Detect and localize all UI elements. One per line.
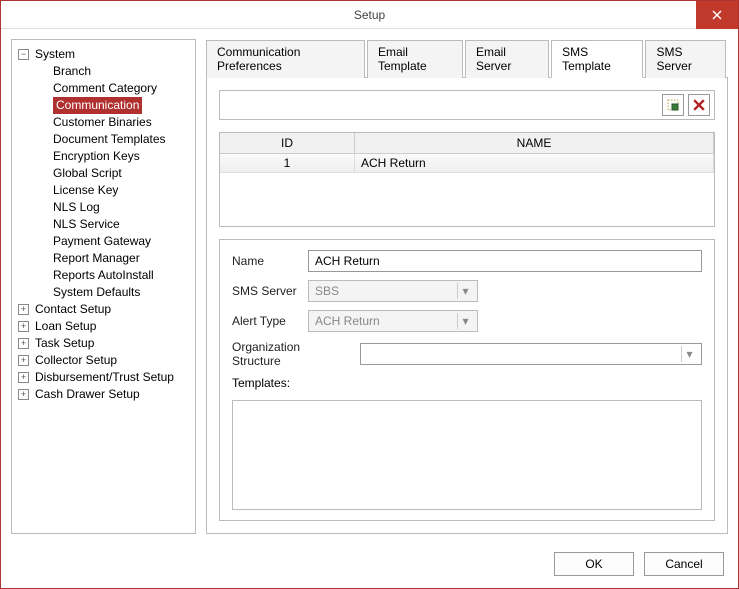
tree-node-label: Cash Drawer Setup	[35, 386, 140, 403]
close-button[interactable]	[696, 1, 738, 29]
templates-textarea[interactable]	[232, 400, 702, 510]
tree-node-label: Document Templates	[53, 131, 166, 148]
tree-node-label: Loan Setup	[35, 318, 96, 335]
expand-icon[interactable]: +	[18, 321, 29, 332]
sms-server-label: SMS Server	[232, 284, 300, 298]
main-panel: Communication PreferencesEmail TemplateE…	[206, 39, 728, 534]
chevron-down-icon: ▾	[681, 346, 697, 362]
tree-node[interactable]: Global Script	[34, 165, 191, 182]
tree-node-label: Branch	[53, 63, 91, 80]
table-row[interactable]: 1ACH Return	[220, 154, 714, 173]
templates-grid: ID NAME 1ACH Return	[219, 132, 715, 227]
tree-node-label: Contact Setup	[35, 301, 111, 318]
delete-icon	[693, 99, 705, 111]
ok-button[interactable]: OK	[554, 552, 634, 576]
details-form: Name SMS Server SBS ▾ Alert Type ACH Ret…	[219, 239, 715, 521]
add-button[interactable]	[662, 94, 684, 116]
name-field[interactable]	[308, 250, 702, 272]
tree-node-label: Global Script	[53, 165, 122, 182]
tree-node-label: NLS Service	[53, 216, 120, 233]
alert-type-value: ACH Return	[315, 314, 380, 328]
tree-node[interactable]: Branch	[34, 63, 191, 80]
grid-header-id[interactable]: ID	[220, 133, 355, 153]
tab-body: ID NAME 1ACH Return Name SMS Server SBS …	[206, 78, 728, 534]
collapse-icon[interactable]: −	[18, 49, 29, 60]
org-structure-select[interactable]: ▾	[360, 343, 702, 365]
tree-node-label: Customer Binaries	[53, 114, 152, 131]
window-title: Setup	[354, 8, 385, 22]
tab[interactable]: Email Server	[465, 40, 549, 78]
tree-node[interactable]: + Cash Drawer Setup	[16, 386, 191, 403]
tab[interactable]: SMS Template	[551, 40, 643, 78]
expand-icon[interactable]: +	[18, 338, 29, 349]
tree-node-label: Reports AutoInstall	[53, 267, 154, 284]
cell-id: 1	[220, 154, 355, 172]
tree-node[interactable]: + Disbursement/Trust Setup	[16, 369, 191, 386]
add-icon	[666, 98, 680, 112]
chevron-down-icon: ▾	[457, 313, 473, 329]
toolbar	[219, 90, 715, 120]
tree-node[interactable]: + Contact Setup	[16, 301, 191, 318]
tab[interactable]: SMS Server	[645, 40, 726, 78]
name-label: Name	[232, 254, 300, 268]
tree-node-label: License Key	[53, 182, 118, 199]
tree-node[interactable]: + Collector Setup	[16, 352, 191, 369]
tree-node-label: System Defaults	[53, 284, 140, 301]
org-structure-label: Organization Structure	[232, 340, 352, 368]
grid-header-name[interactable]: NAME	[355, 133, 714, 153]
sms-server-select: SBS ▾	[308, 280, 478, 302]
delete-button[interactable]	[688, 94, 710, 116]
tree-node[interactable]: Communication	[34, 97, 191, 114]
tab-bar: Communication PreferencesEmail TemplateE…	[206, 39, 728, 78]
alert-type-label: Alert Type	[232, 314, 300, 328]
tree-node-label: Encryption Keys	[53, 148, 140, 165]
title-bar: Setup	[1, 1, 738, 29]
expand-icon[interactable]: +	[18, 304, 29, 315]
tree-node[interactable]: Payment Gateway	[34, 233, 191, 250]
tree-node[interactable]: Customer Binaries	[34, 114, 191, 131]
tree-node[interactable]: NLS Log	[34, 199, 191, 216]
tree-node-label: Disbursement/Trust Setup	[35, 369, 174, 386]
grid-header: ID NAME	[220, 133, 714, 154]
tree-node[interactable]: Report Manager	[34, 250, 191, 267]
tree-node-label: System	[35, 46, 75, 63]
cancel-button[interactable]: Cancel	[644, 552, 724, 576]
tree-node-label: Communication	[53, 97, 142, 114]
tree-node-label: Report Manager	[53, 250, 140, 267]
tree-node-label: Comment Category	[53, 80, 157, 97]
nav-tree-panel: − System BranchComment CategoryCommunica…	[11, 39, 196, 534]
tree-node-label: Task Setup	[35, 335, 94, 352]
chevron-down-icon: ▾	[457, 283, 473, 299]
tab[interactable]: Email Template	[367, 40, 463, 78]
expand-icon[interactable]: +	[18, 389, 29, 400]
expand-icon[interactable]: +	[18, 355, 29, 366]
tree-node[interactable]: Comment Category	[34, 80, 191, 97]
tree-node[interactable]: + Task Setup	[16, 335, 191, 352]
tree-node-system[interactable]: − System	[16, 46, 191, 63]
close-icon	[712, 10, 722, 20]
sms-server-value: SBS	[315, 284, 339, 298]
tree-node-label: Collector Setup	[35, 352, 117, 369]
alert-type-select: ACH Return ▾	[308, 310, 478, 332]
tree-node[interactable]: System Defaults	[34, 284, 191, 301]
expand-icon[interactable]: +	[18, 372, 29, 383]
tree-node[interactable]: License Key	[34, 182, 191, 199]
tree-node[interactable]: Reports AutoInstall	[34, 267, 191, 284]
tree-node-label: NLS Log	[53, 199, 100, 216]
templates-label: Templates:	[232, 376, 290, 390]
dialog-footer: OK Cancel	[1, 544, 738, 576]
tree-node[interactable]: Encryption Keys	[34, 148, 191, 165]
cell-name: ACH Return	[355, 154, 714, 172]
tree-node-label: Payment Gateway	[53, 233, 151, 250]
tree-node[interactable]: Document Templates	[34, 131, 191, 148]
tab[interactable]: Communication Preferences	[206, 40, 365, 78]
tree-node[interactable]: + Loan Setup	[16, 318, 191, 335]
tree-node[interactable]: NLS Service	[34, 216, 191, 233]
